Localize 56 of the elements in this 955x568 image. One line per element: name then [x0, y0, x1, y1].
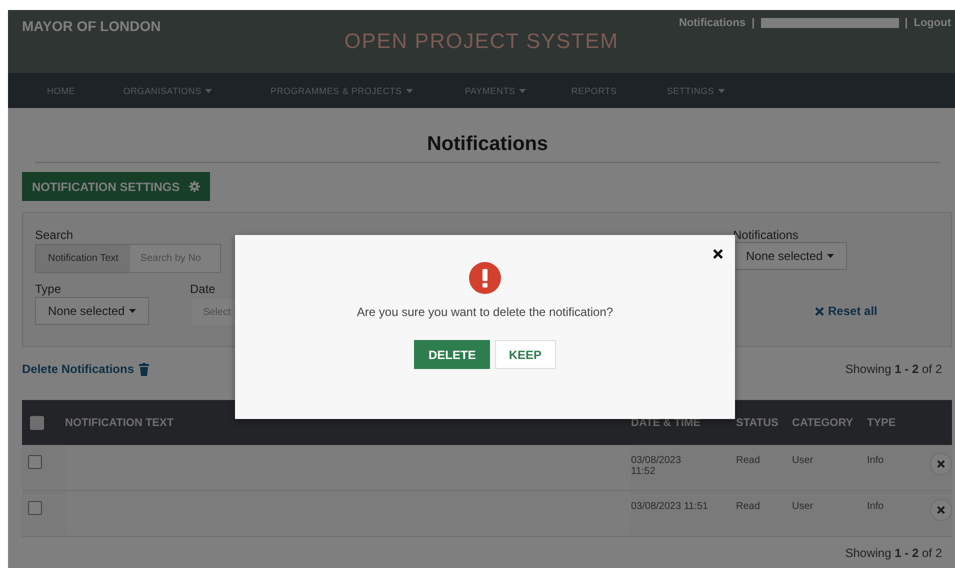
- table-cell: User: [792, 455, 814, 466]
- close-icon: [713, 249, 723, 259]
- filter-label: Search: [35, 228, 74, 242]
- column-header: CATEGORY: [792, 400, 867, 445]
- nav-item[interactable]: HOME: [47, 84, 76, 98]
- notification-settings-button[interactable]: NOTIFICATION SETTINGS: [22, 172, 210, 201]
- app-title: OPEN PROJECT SYSTEM: [343, 30, 620, 54]
- checkbox[interactable]: [28, 501, 42, 515]
- column-header: TYPE: [867, 400, 922, 445]
- checkbox[interactable]: [28, 455, 42, 469]
- pagination-summary: Showing 1 - 2 of 2: [845, 546, 943, 560]
- page-title: Notifications: [35, 133, 940, 163]
- filter-label: Date: [190, 282, 216, 296]
- brand-name: MAYOR OF LONDON: [22, 18, 161, 34]
- caret-icon: [718, 89, 726, 94]
- table-cell: Read: [736, 501, 760, 512]
- notifications-link[interactable]: Notifications: [678, 17, 746, 29]
- table-cell: Read: [736, 455, 760, 466]
- table-cell: 03/08/2023 11:51: [631, 501, 708, 512]
- column-header: STATUS: [736, 400, 792, 445]
- remove-button[interactable]: [930, 499, 952, 521]
- table-cell: Info: [867, 501, 884, 512]
- trash-icon: [139, 362, 150, 376]
- nav-item[interactable]: SETTINGS: [666, 84, 726, 98]
- nav-item[interactable]: PAYMENTS: [464, 84, 526, 98]
- caret-icon: [826, 254, 834, 258]
- keep-button[interactable]: KEEP: [494, 340, 556, 369]
- filter-label: Notifications: [733, 228, 798, 242]
- close-button[interactable]: [713, 249, 723, 259]
- nav-item[interactable]: ORGANISATIONS: [123, 84, 212, 98]
- close-icon: [815, 306, 824, 316]
- delete-button[interactable]: DELETE: [414, 340, 490, 369]
- caret-icon: [406, 89, 413, 94]
- separator: |: [752, 17, 755, 29]
- warning-icon: [469, 262, 501, 294]
- caret-icon: [128, 309, 136, 313]
- remove-button[interactable]: [930, 453, 952, 475]
- table-cell: Info: [867, 455, 884, 466]
- caret-icon: [519, 89, 526, 94]
- caret-icon: [205, 89, 212, 94]
- pagination-summary: Showing 1 - 2 of 2: [845, 362, 943, 376]
- confirm-message: Are you sure you want to delete the notification?: [356, 305, 614, 319]
- reset-all-link[interactable]: Reset all: [815, 304, 878, 318]
- table-cell-text: 03/08/2023 11:52: [631, 455, 682, 477]
- nav-item[interactable]: REPORTS: [571, 84, 617, 98]
- close-icon: [937, 460, 945, 468]
- delete-notifications-link[interactable]: Delete Notifications: [22, 362, 150, 376]
- logout-link[interactable]: Logout: [914, 17, 951, 29]
- notifications-dropdown[interactable]: None selected: [733, 242, 847, 270]
- close-icon: [937, 506, 945, 514]
- table-cell: User: [792, 501, 814, 512]
- nav-item[interactable]: PROGRAMMES & PROJECTS: [270, 84, 413, 98]
- separator: |: [904, 17, 908, 29]
- type-dropdown[interactable]: None selected: [35, 297, 149, 325]
- settings-icon: [188, 181, 200, 192]
- filter-label: Type: [35, 282, 62, 296]
